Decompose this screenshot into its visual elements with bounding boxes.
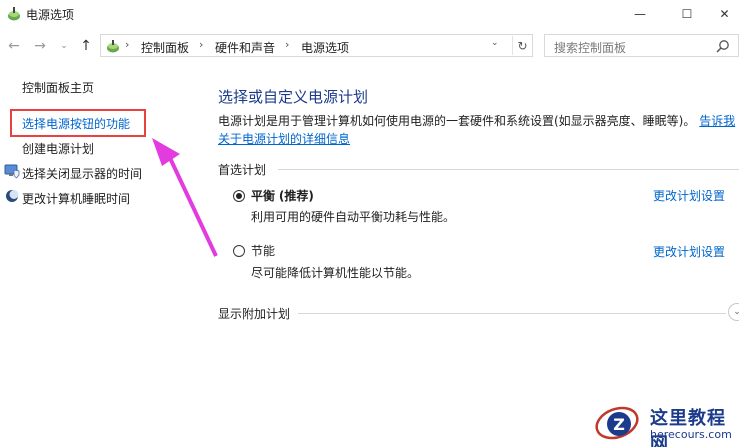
window-title: 电源选项 (26, 8, 75, 22)
breadcrumb-separator: › (125, 38, 130, 51)
plan-power-saver-description: 尽可能降低计算机性能以节能。 (251, 266, 420, 280)
page-title: 选择或自定义电源计划 (218, 88, 369, 106)
recent-locations-chevron-icon[interactable]: ⌄ (58, 38, 70, 54)
page-description: 电源计划是用于管理计算机如何使用电源的一套硬件和系统设置(如显示器亮度、睡眠等)… (218, 112, 739, 148)
display-shield-icon (4, 164, 20, 179)
watermark-logo-icon: Z (595, 406, 639, 440)
plan-balanced-description: 利用可用的硬件自动平衡功耗与性能。 (251, 210, 456, 224)
expand-chevron-icon[interactable]: ⌄ (728, 303, 739, 321)
additional-plans-heading[interactable]: 显示附加计划 (218, 305, 290, 322)
minimize-button[interactable]: — (617, 0, 663, 28)
power-options-icon (8, 7, 20, 21)
title-bar: 电源选项 — ☐ ✕ (0, 0, 739, 30)
breadcrumb-separator: › (285, 38, 290, 51)
breadcrumb-hardware-sound[interactable]: 硬件和声音 (215, 39, 275, 56)
power-saver-change-settings-link[interactable]: 更改计划设置 (653, 243, 725, 260)
sleep-moon-icon (6, 190, 19, 202)
address-bar[interactable]: › 控制面板 › 硬件和声音 › 电源选项 ⌄ ↻ (100, 34, 533, 57)
divider (278, 169, 739, 170)
preferred-plans-heading: 首选计划 (218, 163, 267, 177)
annotation-arrow-icon (152, 138, 218, 257)
balanced-change-settings-link[interactable]: 更改计划设置 (653, 187, 725, 204)
radio-power-saver[interactable] (233, 245, 245, 257)
refresh-icon[interactable]: ↻ (512, 36, 532, 55)
control-panel-icon (107, 40, 119, 53)
radio-balanced[interactable] (233, 190, 245, 202)
search-input[interactable]: 搜索控制面板 (544, 34, 739, 57)
plan-power-saver-name[interactable]: 节能 (251, 242, 275, 259)
breadcrumb-control-panel[interactable]: 控制面板 (141, 39, 189, 56)
forward-arrow-icon[interactable]: → (32, 38, 48, 54)
plan-balanced-name[interactable]: 平衡 (推荐) (251, 187, 314, 204)
sidebar-item-sleep-time[interactable]: 更改计算机睡眠时间 (22, 190, 130, 207)
breadcrumb-separator: › (199, 38, 204, 51)
maximize-button[interactable]: ☐ (664, 0, 710, 28)
sidebar-item-create-power-plan[interactable]: 创建电源计划 (22, 140, 94, 157)
sidebar-item-control-panel-home[interactable]: 控制面板主页 (22, 79, 94, 96)
navigation-bar: ← → ⌄ ↑ › 控制面板 › 硬件和声音 › 电源选项 ⌄ ↻ 搜索控制面板 (0, 30, 739, 62)
search-placeholder: 搜索控制面板 (554, 41, 627, 55)
close-button[interactable]: ✕ (710, 0, 739, 28)
search-icon (716, 40, 729, 53)
power-plan-details-link[interactable]: 关于电源计划的详细信息 (218, 132, 350, 146)
sidebar-item-power-button-function[interactable]: 选择电源按钮的功能 (22, 115, 130, 132)
back-arrow-icon[interactable]: ← (6, 38, 22, 54)
description-text: 电源计划是用于管理计算机如何使用电源的一套硬件和系统设置(如显示器亮度、睡眠等)… (218, 114, 696, 128)
address-dropdown-chevron-icon[interactable]: ⌄ (491, 38, 499, 48)
watermark-url: herecours.com (650, 428, 732, 441)
tell-me-link[interactable]: 告诉我 (699, 114, 735, 128)
up-arrow-icon[interactable]: ↑ (78, 38, 94, 54)
breadcrumb-power-options[interactable]: 电源选项 (301, 39, 349, 56)
divider (298, 313, 726, 314)
svg-text:Z: Z (613, 415, 625, 434)
sidebar-item-display-off-time[interactable]: 选择关闭显示器的时间 (22, 165, 142, 182)
